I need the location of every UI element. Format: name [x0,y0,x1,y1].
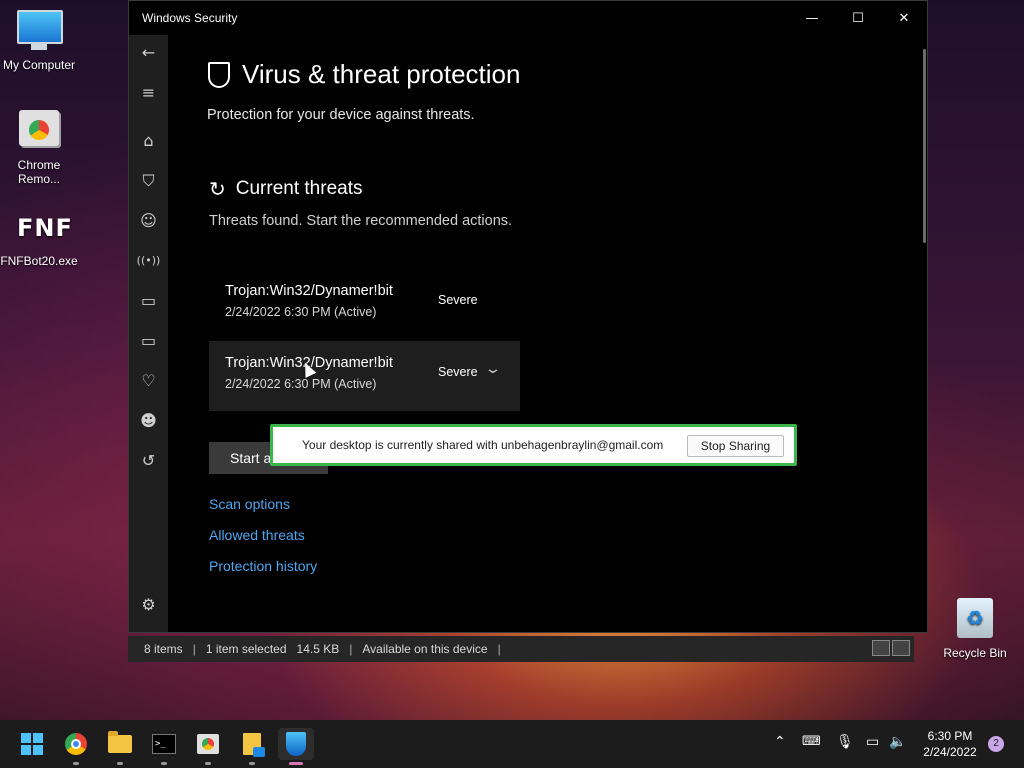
windows-logo-icon [21,733,43,755]
section-title-text: Current threats [235,178,363,199]
taskbar-notepad[interactable] [234,728,270,765]
details-view-button[interactable] [872,640,890,656]
desktop-icon-label: FNFBot20.exe [0,254,78,268]
chrome-remote-desktop-icon [197,734,219,754]
close-button[interactable]: ✕ [881,1,927,35]
availability-status: Available on this device [362,642,488,656]
recycle-bin-icon [953,598,997,642]
threat-name: Trojan:Win32/Dynamer!bit [225,283,393,299]
desktop-icon-fnfbot[interactable]: FNF FNFBot20.exe [0,206,78,268]
taskbar-terminal[interactable]: >_ [146,728,182,765]
main-content: Virus & threat protection Protection for… [168,35,919,632]
taskbar: >_ ⌃ ⌨ 🎙 ▭ 🔈 6:30 PM 2/24/2022 2 [0,720,1024,768]
desktop-icon-recycle-bin[interactable]: Recycle Bin [936,598,1014,660]
threat-item[interactable]: Trojan:Win32/Dynamer!bit 2/24/2022 6:30 … [209,341,520,411]
allowed-threats-link[interactable]: Allowed threats [209,527,305,543]
chrome-remote-desktop-icon [17,110,61,154]
threat-time: 2/24/2022 6:30 PM (Active) [225,305,377,319]
notification-badge[interactable]: 2 [988,736,1004,752]
share-message: Your desktop is currently shared with un… [302,438,664,452]
selection-info: 1 item selected [205,642,287,656]
threat-severity: Severe [438,365,478,379]
fnf-app-icon: FNF [17,214,73,242]
explorer-status-bar: 8 items | 1 item selected 14.5 KB | Avai… [128,636,914,662]
home-icon[interactable]: ⌂ [129,131,168,151]
shield-icon[interactable]: ⛉ [129,171,168,191]
threat-severity: Severe [438,293,478,307]
volume-icon[interactable]: 🔈 [889,734,906,750]
desktop-icon-my-computer[interactable]: My Computer [0,10,78,72]
windows-security-window: Windows Security — ☐ ✕ ← ≡ ⌂ ⛉ ☺ ((•)) ▭… [128,0,928,633]
minimize-button[interactable]: — [789,1,835,35]
sidebar: ← ≡ ⌂ ⛉ ☺ ((•)) ▭ ▭ ♡ ☻ ↺ ⚙ [129,35,168,632]
desktop-share-banner: Your desktop is currently shared with un… [270,424,797,466]
scan-options-link[interactable]: Scan options [209,496,290,512]
app-browser-icon[interactable]: ▭ [129,291,168,311]
section-subtitle: Threats found. Start the recommended act… [209,213,513,229]
computer-icon [17,10,63,54]
keyboard-icon[interactable]: ⌨ [802,734,821,749]
back-arrow-icon[interactable]: ← [129,43,168,63]
scrollbar[interactable] [923,49,926,243]
taskbar-windows-security[interactable] [278,728,314,765]
threat-refresh-icon: ↻ [209,177,226,201]
title-bar[interactable]: Windows Security — ☐ ✕ [129,1,927,35]
desktop-icon-label: My Computer [2,58,76,72]
microphone-icon[interactable]: 🎙 [836,734,854,750]
threat-time: 2/24/2022 6:30 PM (Active) [225,377,377,391]
file-explorer-icon [108,731,132,753]
device-icon[interactable]: ▭ [129,331,168,351]
start-button[interactable] [14,728,50,760]
network-icon[interactable]: ((•)) [129,251,168,271]
section-title: ↻ Current threats [209,177,363,201]
threat-item[interactable]: Trojan:Win32/Dynamer!bit 2/24/2022 6:30 … [209,269,520,339]
taskbar-clock[interactable]: 6:30 PM 2/24/2022 [915,728,985,760]
shield-icon [208,61,230,88]
family-icon[interactable]: ☻ [129,411,168,431]
desktop-icon-chrome-remote[interactable]: Chrome Remo... [0,110,78,186]
network-tray-icon[interactable]: ▭ [866,734,879,750]
menu-icon[interactable]: ≡ [129,83,168,103]
settings-icon[interactable]: ⚙ [129,595,168,615]
taskbar-chrome[interactable] [58,728,94,765]
page-subtitle: Protection for your device against threa… [207,107,475,123]
stop-sharing-button[interactable]: Stop Sharing [687,435,784,457]
account-icon[interactable]: ☺ [129,211,168,231]
chevron-up-icon[interactable]: ⌃ [774,734,786,750]
history-icon[interactable]: ↺ [129,451,168,471]
taskbar-chrome-remote-desktop[interactable] [190,728,226,765]
maximize-button[interactable]: ☐ [835,1,881,35]
page-title-text: Virus & threat protection [242,59,521,89]
desktop-icon-label: Chrome Remo... [17,158,61,186]
protection-history-link[interactable]: Protection history [209,558,317,574]
notepad-icon [243,733,265,757]
chrome-icon [65,733,87,755]
page-title: Virus & threat protection [208,59,520,90]
large-icons-view-button[interactable] [892,640,910,656]
clock-time: 6:30 PM [927,729,973,743]
chevron-down-icon[interactable]: ⌄ [484,361,502,377]
desktop-icon-label: Recycle Bin [943,646,1007,660]
windows-security-icon [286,732,306,756]
health-icon[interactable]: ♡ [129,371,168,391]
taskbar-file-explorer[interactable] [102,728,138,765]
clock-date: 2/24/2022 [923,745,977,759]
selection-size: 14.5 KB [296,642,340,656]
window-title: Windows Security [142,11,238,25]
terminal-icon: >_ [152,734,176,754]
items-count: 8 items [144,642,183,656]
